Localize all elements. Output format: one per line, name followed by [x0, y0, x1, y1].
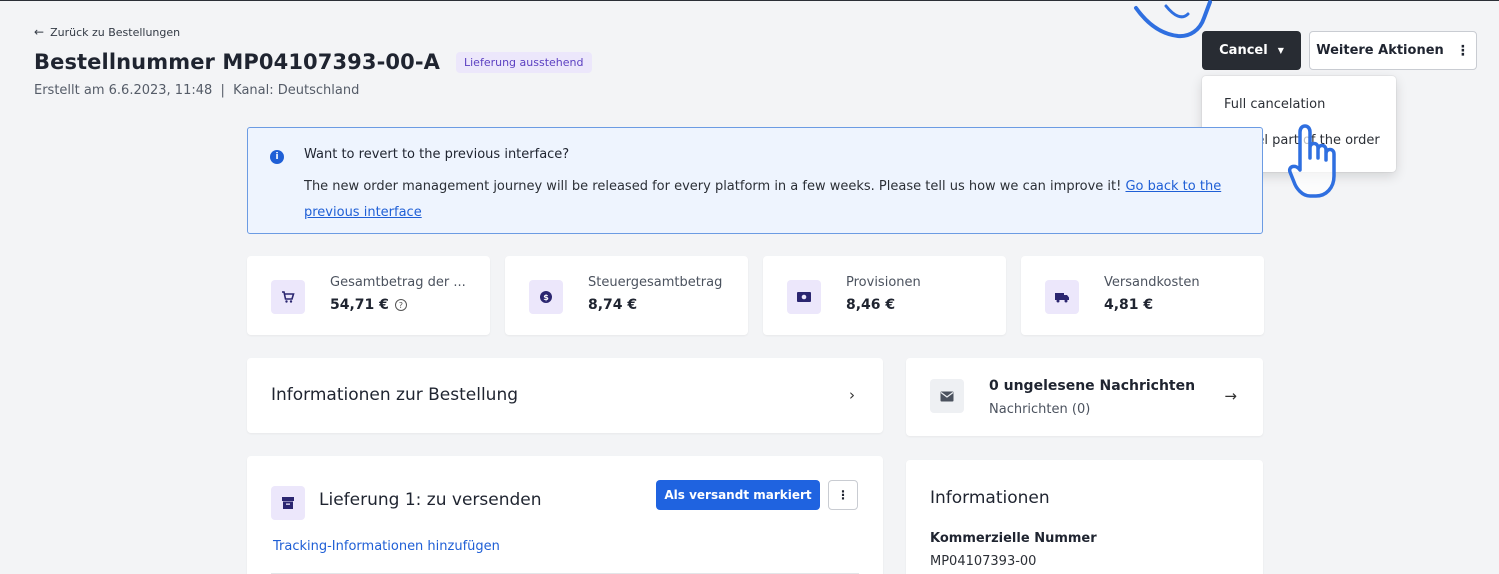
banner-text: The new order management journey will be…: [304, 174, 1244, 226]
order-info-card[interactable]: Informationen zur Bestellung ›: [247, 358, 883, 433]
banner-title: Want to revert to the previous interface…: [304, 147, 570, 162]
order-meta: Erstellt am 6.6.2023, 11:48 | Kanal: Deu…: [34, 83, 360, 98]
kpi-label: Steuergesamtbetrag: [588, 275, 723, 290]
messages-subtitle: Nachrichten (0): [989, 402, 1091, 417]
messages-title: 0 ungelesene Nachrichten: [989, 378, 1196, 394]
help-icon[interactable]: ?: [394, 299, 407, 311]
kpi-value: 8,46 €: [846, 297, 896, 313]
kpi-shipping-costs: Versandkosten 4,81 €: [1021, 256, 1264, 335]
info-icon: i: [270, 150, 284, 164]
info-banner: i Want to revert to the previous interfa…: [247, 127, 1263, 234]
kpi-value: 54,71 €?: [330, 297, 407, 313]
kpi-tax-total: $ Steuergesamtbetrag 8,74 €: [505, 256, 748, 335]
kpi-value: 4,81 €: [1104, 297, 1154, 313]
more-actions-button[interactable]: Weitere Aktionen ⋮: [1309, 31, 1477, 70]
more-actions-label: Weitere Aktionen: [1316, 43, 1444, 58]
back-link-label: Zurück zu Bestellungen: [50, 25, 181, 39]
status-badge: Lieferung ausstehend: [456, 51, 592, 73]
kpi-label: Provisionen: [846, 275, 921, 290]
kebab-icon: ⋮: [1455, 42, 1470, 59]
menu-item-full-cancelation[interactable]: Full cancelation: [1202, 86, 1396, 122]
delivery-title: Lieferung 1: zu versenden: [319, 490, 542, 510]
kpi-commissions: Provisionen 8,46 €: [763, 256, 1006, 335]
arrow-right-icon: →: [1224, 387, 1237, 405]
chevron-right-icon: ›: [849, 386, 855, 404]
pointer-hand-icon: [1287, 124, 1336, 198]
arrow-left-icon: ←: [34, 25, 45, 39]
kpi-value: 8,74 €: [588, 297, 638, 313]
page-title: Bestellnummer MP04107393-00-A: [34, 50, 440, 74]
banner-body: The new order management journey will be…: [304, 179, 1126, 194]
delivery-options-button[interactable]: ⋮: [828, 480, 858, 510]
kebab-icon: ⋮: [837, 488, 849, 502]
order-info-title: Informationen zur Bestellung: [271, 385, 519, 405]
add-tracking-link[interactable]: Tracking-Informationen hinzufügen: [273, 539, 500, 554]
svg-text:$: $: [543, 293, 549, 302]
mark-shipped-button[interactable]: Als versandt markiert: [656, 480, 820, 510]
commercial-number-label: Kommerzielle Nummer: [930, 531, 1097, 546]
messages-card[interactable]: 0 ungelesene Nachrichten Nachrichten (0)…: [906, 358, 1263, 436]
kpi-value-text: 54,71 €: [330, 297, 389, 313]
kpi-total-amount: Gesamtbetrag der ... 54,71 €?: [247, 256, 490, 335]
title-row: Bestellnummer MP04107393-00-A Lieferung …: [34, 50, 592, 74]
envelope-icon: [930, 379, 964, 413]
delivery-card: Lieferung 1: zu versenden Als versandt m…: [247, 456, 883, 574]
kpi-label: Versandkosten: [1104, 275, 1200, 290]
informationen-card: Informationen Kommerzielle Nummer MP0410…: [906, 460, 1263, 574]
cancel-button[interactable]: Cancel ▼: [1202, 31, 1301, 70]
package-icon: [271, 486, 305, 520]
caret-down-icon: ▼: [1277, 46, 1284, 55]
back-to-orders-link[interactable]: ← Zurück zu Bestellungen: [34, 25, 180, 39]
truck-icon: [1045, 280, 1079, 314]
cart-icon: [271, 280, 305, 314]
top-border: [0, 0, 1499, 6]
money-icon: [787, 280, 821, 314]
commercial-number-value: MP04107393-00: [930, 554, 1037, 569]
informationen-title: Informationen: [930, 488, 1050, 508]
cancel-button-label: Cancel: [1219, 43, 1268, 58]
tax-coin-icon: $: [529, 280, 563, 314]
kpi-label: Gesamtbetrag der ...: [330, 275, 466, 290]
